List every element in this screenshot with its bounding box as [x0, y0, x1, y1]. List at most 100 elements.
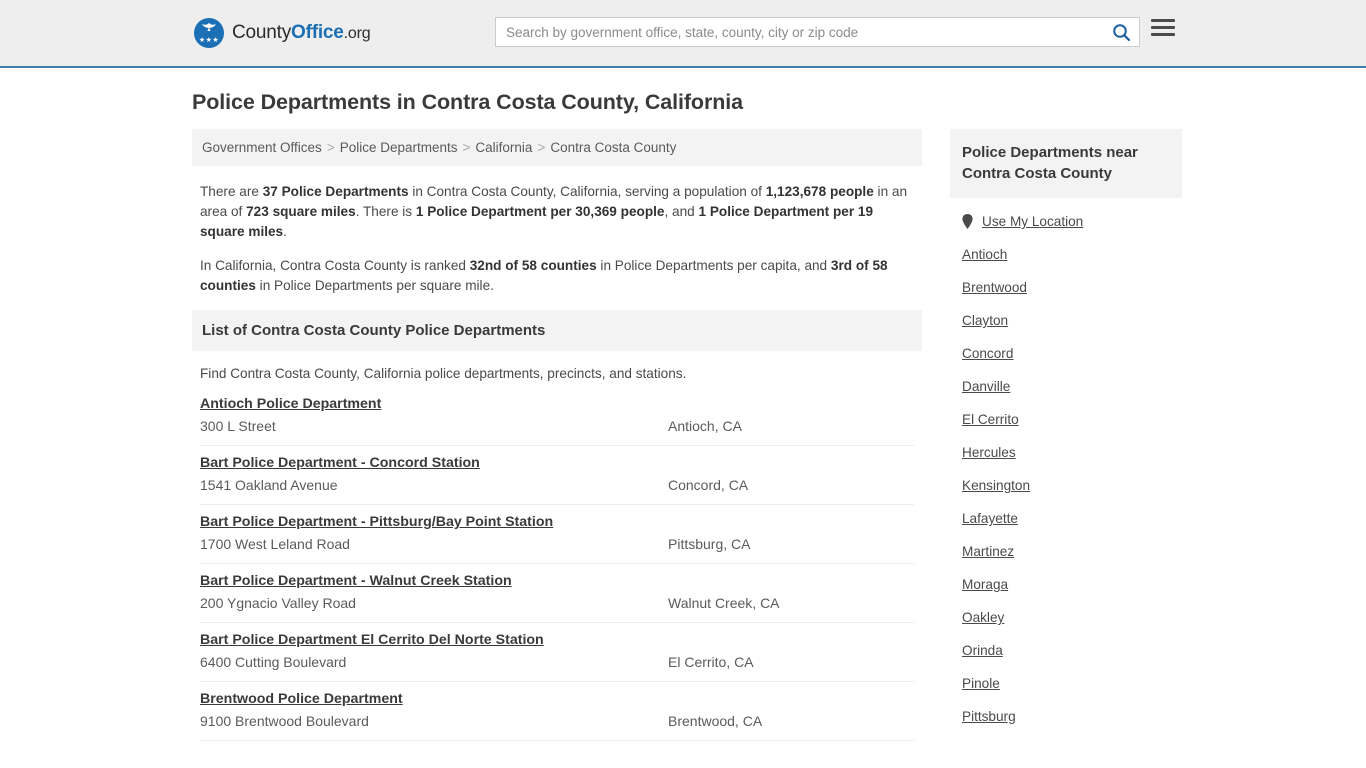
sidebar-item-concord[interactable]: Concord [962, 337, 1170, 370]
sidebar-item-hercules[interactable]: Hercules [962, 436, 1170, 469]
sidebar-item-label[interactable]: Moraga [962, 577, 1008, 592]
sidebar-item-pinole[interactable]: Pinole [962, 667, 1170, 700]
police-department-address: 1700 West Leland Road [200, 536, 350, 552]
table-row: Brentwood Police Department 9100 Brentwoo… [200, 682, 914, 741]
summary-text-run: , and [664, 204, 699, 219]
sidebar-item-kensington[interactable]: Kensington [962, 469, 1170, 502]
police-department-list: Antioch Police Department 300 L Street Ant… [200, 393, 914, 741]
logo-text-office: Office [291, 22, 344, 43]
list-section-heading: List of Contra Costa County Police Depar… [192, 310, 922, 351]
logo-text-county: County [232, 22, 292, 43]
sidebar-item-label[interactable]: Pittsburg [962, 709, 1016, 724]
search-button[interactable] [1103, 18, 1139, 46]
sidebar-item-label[interactable]: Brentwood [962, 280, 1027, 295]
sidebar-item-use-my-location[interactable]: Use My Location [962, 198, 1170, 238]
sidebar-item-label[interactable]: Hercules [962, 445, 1016, 460]
breadcrumb-separator: > [537, 140, 546, 155]
police-department-city: El Cerrito, CA [668, 654, 754, 670]
summary-text-run: In California, Contra Costa County is ra… [200, 258, 470, 273]
police-department-address: 200 Ygnacio Valley Road [200, 595, 356, 611]
summary-highlight: 1,123,678 people [765, 184, 874, 199]
sidebar-item-label[interactable]: Antioch [962, 247, 1007, 262]
sidebar-item-el-cerrito[interactable]: El Cerrito [962, 403, 1170, 436]
sidebar-item-label[interactable]: Oakley [962, 610, 1004, 625]
breadcrumb-separator: > [462, 140, 471, 155]
sidebar-item-label[interactable]: Clayton [962, 313, 1008, 328]
hamburger-bar [1151, 26, 1175, 29]
stars-icon: ★★★ [198, 37, 220, 44]
list-section-subtext: Find Contra Costa County, California pol… [200, 366, 687, 381]
breadcrumb-item-4[interactable]: Contra Costa County [550, 140, 676, 155]
summary-text-run: . There is [355, 204, 416, 219]
summary-text-run: in Contra Costa County, California, serv… [408, 184, 766, 199]
site-logo[interactable]: ★★★ CountyOffice.org [194, 18, 371, 48]
sidebar-links: Use My Location Antioch Brentwood Clayton Co… [950, 198, 1182, 733]
sidebar-item-label[interactable]: Kensington [962, 478, 1030, 493]
police-department-link[interactable]: Bart Police Department El Cerrito Del No… [200, 632, 544, 648]
sidebar-item-brentwood[interactable]: Brentwood [962, 271, 1170, 304]
breadcrumb-separator: > [326, 140, 335, 155]
table-row: Bart Police Department El Cerrito Del No… [200, 623, 914, 682]
search-icon [1112, 23, 1130, 41]
police-department-city: Antioch, CA [668, 418, 742, 434]
breadcrumb-item-1[interactable]: Government Offices [202, 140, 322, 155]
police-department-details: 300 L Street Antioch, CA [200, 418, 914, 434]
police-department-link[interactable]: Bart Police Department - Pittsburg/Bay P… [200, 514, 553, 530]
sidebar-item-oakley[interactable]: Oakley [962, 601, 1170, 634]
summary-text-run: . [283, 224, 287, 239]
breadcrumb-item-2[interactable]: Police Departments [340, 140, 458, 155]
map-pin-icon [962, 214, 973, 229]
two-column-layout: Government Offices > Police Departments > Ca… [192, 129, 1182, 741]
police-department-city: Pittsburg, CA [668, 536, 751, 552]
sidebar-item-label[interactable]: Pinole [962, 676, 1000, 691]
search-input[interactable] [496, 19, 1103, 45]
breadcrumb: Government Offices > Police Departments > Ca… [192, 129, 922, 166]
summary-paragraph-1: There are 37 Police Departments in Contr… [200, 182, 914, 242]
site-header: ★★★ CountyOffice.org [0, 0, 1366, 68]
police-department-link[interactable]: Bart Police Department - Concord Station [200, 455, 480, 471]
police-department-details: 200 Ygnacio Valley Road Walnut Creek, CA [200, 595, 914, 611]
police-department-link[interactable]: Brentwood Police Department [200, 691, 403, 707]
summary-text-run: in Police Departments per square mile. [255, 278, 494, 293]
police-department-address: 9100 Brentwood Boulevard [200, 713, 369, 729]
use-my-location-label[interactable]: Use My Location [982, 214, 1083, 229]
summary-highlight: 32nd of 58 counties [469, 258, 597, 273]
police-department-city: Walnut Creek, CA [668, 595, 780, 611]
summary-highlight: 723 square miles [246, 204, 356, 219]
police-department-details: 1541 Oakland Avenue Concord, CA [200, 477, 914, 493]
page-body: Police Departments in Contra Costa Count… [0, 90, 1366, 741]
sidebar-item-moraga[interactable]: Moraga [962, 568, 1170, 601]
sidebar-item-martinez[interactable]: Martinez [962, 535, 1170, 568]
police-department-details: 1700 West Leland Road Pittsburg, CA [200, 536, 914, 552]
sidebar-item-pittsburg[interactable]: Pittsburg [962, 700, 1170, 733]
eagle-icon [202, 23, 216, 31]
hamburger-bar [1151, 33, 1175, 36]
sidebar-item-orinda[interactable]: Orinda [962, 634, 1170, 667]
sidebar: Police Departments near Contra Costa Cou… [950, 129, 1182, 733]
sidebar-item-label[interactable]: Lafayette [962, 511, 1018, 526]
sidebar-heading: Police Departments near Contra Costa Cou… [950, 129, 1182, 198]
police-department-details: 9100 Brentwood Boulevard Brentwood, CA [200, 713, 914, 729]
sidebar-item-label[interactable]: Danville [962, 379, 1010, 394]
summary-text: There are 37 Police Departments in Contr… [200, 182, 914, 296]
main-column: Government Offices > Police Departments > Ca… [192, 129, 922, 741]
table-row: Bart Police Department - Pittsburg/Bay P… [200, 505, 914, 564]
hamburger-bar [1151, 19, 1175, 22]
page-title: Police Departments in Contra Costa Count… [192, 90, 743, 114]
summary-highlight: 37 Police Departments [262, 184, 409, 199]
summary-text-run: There are [200, 184, 263, 199]
content-container: Police Departments in Contra Costa Count… [188, 90, 1182, 741]
sidebar-item-clayton[interactable]: Clayton [962, 304, 1170, 337]
summary-text-run: in Police Departments per capita, and [596, 258, 831, 273]
sidebar-item-label[interactable]: Concord [962, 346, 1013, 361]
sidebar-item-label[interactable]: El Cerrito [962, 412, 1019, 427]
breadcrumb-item-3[interactable]: California [475, 140, 532, 155]
sidebar-item-label[interactable]: Martinez [962, 544, 1014, 559]
sidebar-item-lafayette[interactable]: Lafayette [962, 502, 1170, 535]
police-department-link[interactable]: Antioch Police Department [200, 396, 381, 412]
hamburger-menu-icon[interactable] [1151, 19, 1175, 36]
sidebar-item-danville[interactable]: Danville [962, 370, 1170, 403]
sidebar-item-antioch[interactable]: Antioch [962, 238, 1170, 271]
police-department-link[interactable]: Bart Police Department - Walnut Creek St… [200, 573, 512, 589]
sidebar-item-label[interactable]: Orinda [962, 643, 1003, 658]
